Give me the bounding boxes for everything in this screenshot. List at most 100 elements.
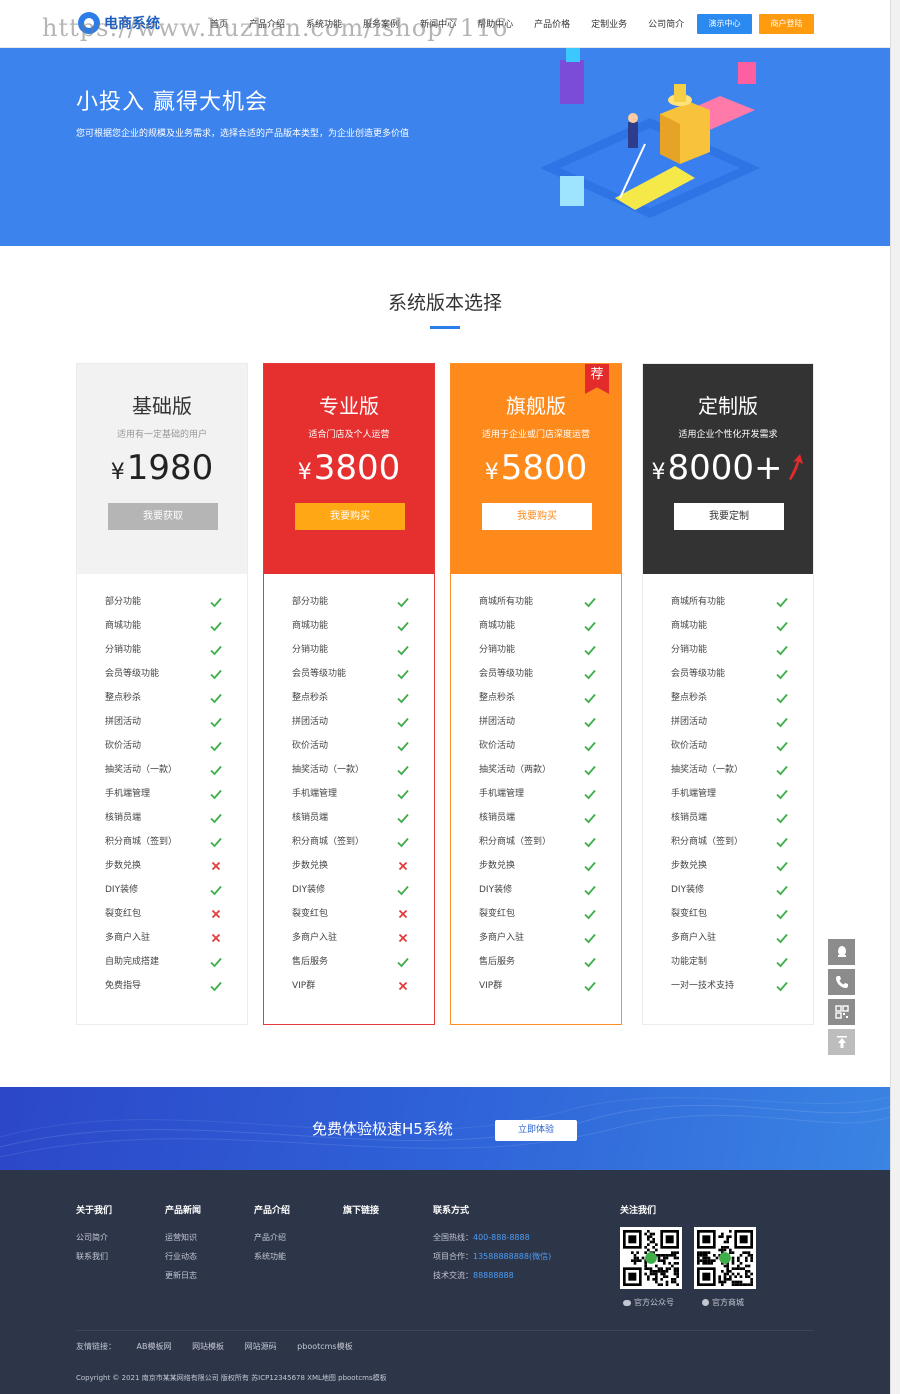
feature-label: 抽奖活动（一款） (292, 765, 365, 775)
feature-item: 分销功能 (643, 638, 813, 662)
nav-item-products[interactable]: 产品介绍 (249, 17, 285, 30)
feature-label: 部分功能 (292, 597, 329, 607)
feature-item: 多商户入驻 (77, 926, 247, 950)
wechat-icon (623, 1299, 631, 1306)
plan-header: 荐 旗舰版 适用于企业或门店深度运营 ¥5800 我要购买 (451, 364, 621, 574)
site-logo[interactable]: 电商系统 (78, 12, 160, 34)
feature-item: VIP群 (451, 974, 621, 998)
feature-label: 多商户入驻 (105, 933, 151, 943)
feature-item: 裂变红包 (77, 902, 247, 926)
feature-item: 砍价活动 (77, 734, 247, 758)
feature-item: 积分商城（签到） (643, 830, 813, 854)
feature-item: 商城所有功能 (451, 590, 621, 614)
footer-contact: 联系方式 全国热线：400-888-8888 项目合作：13588888888(… (433, 1203, 551, 1285)
feature-label: 手机端管理 (479, 789, 525, 799)
nav-item-home[interactable]: 首页 (210, 17, 228, 30)
feature-item: 多商户入驻 (643, 926, 813, 950)
back-to-top-button[interactable] (828, 1029, 855, 1055)
check-icon (210, 597, 222, 608)
arrow-up-icon (836, 1036, 847, 1048)
feature-item: 手机端管理 (643, 782, 813, 806)
footer-about: 关于我们 公司简介 联系我们 (76, 1203, 112, 1266)
feature-item: 抽奖活动（一款） (264, 758, 434, 782)
feature-item: 抽奖活动（一款） (77, 758, 247, 782)
contact-tech: 技术交流：88888888 (433, 1271, 514, 1280)
qrcode-button[interactable] (828, 999, 855, 1025)
arrow-up-icon (788, 454, 803, 480)
feature-label: 多商户入驻 (292, 933, 338, 943)
footer-link[interactable]: 联系我们 (76, 1247, 112, 1266)
merchant-login-button[interactable]: 商户登陆 (759, 14, 814, 34)
isometric-illustration (540, 48, 760, 218)
friend-link[interactable]: 网站模板 (192, 1342, 224, 1351)
nav-item-news[interactable]: 新闻中心 (420, 17, 456, 30)
feature-item: 抽奖活动（两款） (451, 758, 621, 782)
plan-name: 专业版 (319, 394, 379, 418)
price-value: 3800 (313, 448, 401, 488)
cross-icon (211, 909, 221, 919)
logo-icon (78, 12, 100, 34)
feature-item: 会员等级功能 (451, 662, 621, 686)
get-plan-button[interactable]: 我要获取 (108, 503, 218, 530)
check-icon (210, 789, 222, 800)
check-icon (584, 957, 596, 968)
feature-label: 商城所有功能 (671, 597, 726, 607)
feature-item: 步数兑换 (77, 854, 247, 878)
feature-label: 分销功能 (671, 645, 708, 655)
feature-label: 核销员端 (292, 813, 329, 823)
check-icon (210, 957, 222, 968)
footer-link[interactable]: 系统功能 (254, 1247, 290, 1266)
nav-item-features[interactable]: 系统功能 (306, 17, 342, 30)
customize-plan-button[interactable]: 我要定制 (674, 503, 784, 530)
feature-label: 会员等级功能 (479, 669, 534, 679)
feature-label: 抽奖活动（一款） (105, 765, 178, 775)
price-value: 5800 (500, 448, 588, 488)
footer-link[interactable]: 产品介绍 (254, 1228, 290, 1247)
try-now-button[interactable]: 立即体验 (495, 1120, 577, 1141)
footer-link[interactable]: 公司简介 (76, 1228, 112, 1247)
feature-label: VIP群 (292, 981, 316, 991)
feature-item: 多商户入驻 (451, 926, 621, 950)
nav-item-help[interactable]: 帮助中心 (477, 17, 513, 30)
footer-product: 产品介绍 产品介绍 系统功能 (254, 1203, 290, 1266)
feature-list: 商城所有功能 商城功能 分销功能 会员等级功能 整点秒杀 拼团活动 砍价活动 抽奖活动（两款）… (451, 590, 621, 998)
footer-link[interactable]: 更新日志 (165, 1266, 201, 1285)
banner-title: 小投入 赢得大机会 (76, 90, 268, 115)
demo-center-button[interactable]: 演示中心 (697, 14, 752, 34)
nav-item-pricing[interactable]: 产品价格 (534, 17, 570, 30)
check-icon (397, 885, 409, 896)
buy-plan-button[interactable]: 我要购买 (295, 503, 405, 530)
feature-label: 核销员端 (671, 813, 708, 823)
friend-link[interactable]: 网站源码 (245, 1342, 277, 1351)
feature-item: DIY装修 (264, 878, 434, 902)
footer-link[interactable]: 运营知识 (165, 1228, 201, 1247)
feature-label: 拼团活动 (105, 717, 142, 727)
check-icon (776, 861, 788, 872)
friend-link[interactable]: pbootcms模板 (297, 1342, 352, 1351)
page-scrollbar[interactable] (890, 0, 900, 1394)
check-icon (584, 981, 596, 992)
friend-links-label: 友情链接： (76, 1342, 116, 1351)
feature-item: 免费指导 (77, 974, 247, 998)
phone-button[interactable] (828, 969, 855, 995)
check-icon (210, 669, 222, 680)
feature-label: 一对一技术支持 (671, 981, 735, 991)
feature-label: 抽奖活动（两款） (479, 765, 552, 775)
feature-item: 步数兑换 (643, 854, 813, 878)
nav-item-cases[interactable]: 服务案例 (363, 17, 399, 30)
buy-plan-button[interactable]: 我要购买 (482, 503, 592, 530)
footer-follow: 关注我们 (620, 1203, 656, 1228)
check-icon (210, 621, 222, 632)
feature-item: 部分功能 (77, 590, 247, 614)
price-value: 1980 (126, 448, 214, 488)
qq-contact-button[interactable] (828, 939, 855, 965)
check-icon (776, 981, 788, 992)
nav-item-custom[interactable]: 定制业务 (591, 17, 627, 30)
footer-divider (76, 1330, 814, 1331)
friend-link[interactable]: AB模板网 (137, 1342, 172, 1351)
currency-symbol: ¥ (651, 460, 666, 485)
nav-item-company[interactable]: 公司简介 (648, 17, 684, 30)
plan-subtitle: 适用企业个性化开发需求 (678, 430, 778, 440)
check-icon (584, 789, 596, 800)
footer-link[interactable]: 行业动态 (165, 1247, 201, 1266)
